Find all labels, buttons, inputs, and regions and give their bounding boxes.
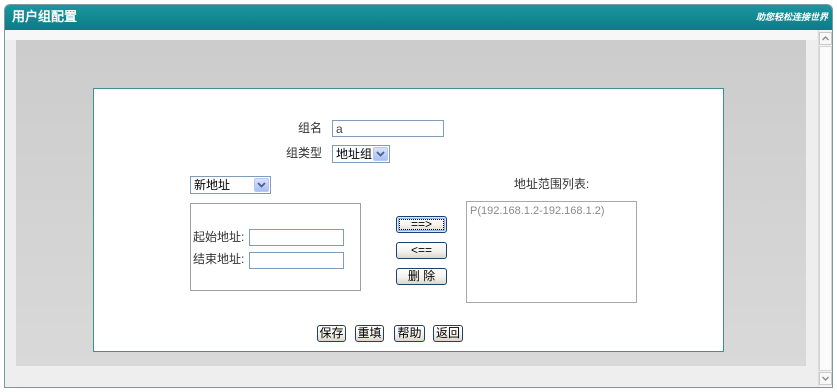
group-name-label: 组名 — [297, 121, 322, 135]
address-range-entry-box — [190, 203, 361, 291]
start-address-input[interactable] — [249, 229, 344, 246]
content-top-strip — [5, 30, 817, 40]
group-type-select[interactable]: 地址组 — [332, 145, 390, 163]
address-range-list-label: 地址范围列表: — [513, 177, 590, 191]
group-name-input[interactable] — [332, 120, 444, 137]
remove-from-list-button[interactable]: <== — [396, 242, 447, 259]
brand-logo: 助您轻松连接世界 — [755, 12, 828, 22]
scrollbar-thumb[interactable] — [819, 46, 832, 371]
list-item[interactable]: P(192.168.1.2-192.168.1.2) — [467, 202, 636, 218]
group-type-label: 组类型 — [285, 146, 322, 160]
add-to-list-button[interactable]: ==> — [396, 216, 447, 233]
scroll-down-arrow-icon — [822, 376, 829, 381]
address-range-listbox[interactable]: P(192.168.1.2-192.168.1.2) — [466, 201, 637, 303]
back-button[interactable]: 返回 — [433, 325, 463, 342]
address-mode-dropdown-button[interactable] — [254, 178, 269, 192]
delete-button[interactable]: 删 除 — [396, 268, 447, 285]
start-address-label: 起始地址: — [193, 230, 245, 244]
chevron-down-icon — [257, 182, 266, 188]
title-bar: 用户组配置 助您轻松连接世界 — [5, 5, 832, 30]
save-button[interactable]: 保存 — [317, 325, 346, 342]
page-title: 用户组配置 — [12, 9, 78, 24]
group-type-selected-value: 地址组 — [336, 147, 373, 161]
end-address-label: 结束地址: — [193, 252, 245, 266]
vertical-scrollbar[interactable] — [818, 30, 832, 387]
scroll-up-button[interactable] — [819, 32, 832, 45]
group-type-dropdown-button[interactable] — [373, 147, 388, 161]
address-mode-selected-value: 新地址 — [194, 178, 231, 192]
scroll-up-arrow-icon — [822, 36, 829, 41]
user-group-form-panel: 组名 组类型 地址组 新地址 地址范围列表: 起始地址: 结束地址: ==> <… — [93, 88, 724, 352]
address-mode-select[interactable]: 新地址 — [190, 176, 271, 194]
chevron-down-icon — [376, 151, 385, 157]
end-address-input[interactable] — [249, 252, 344, 269]
help-button[interactable]: 帮助 — [394, 325, 425, 342]
reset-button[interactable]: 重填 — [355, 325, 384, 342]
scroll-down-button[interactable] — [819, 372, 832, 385]
